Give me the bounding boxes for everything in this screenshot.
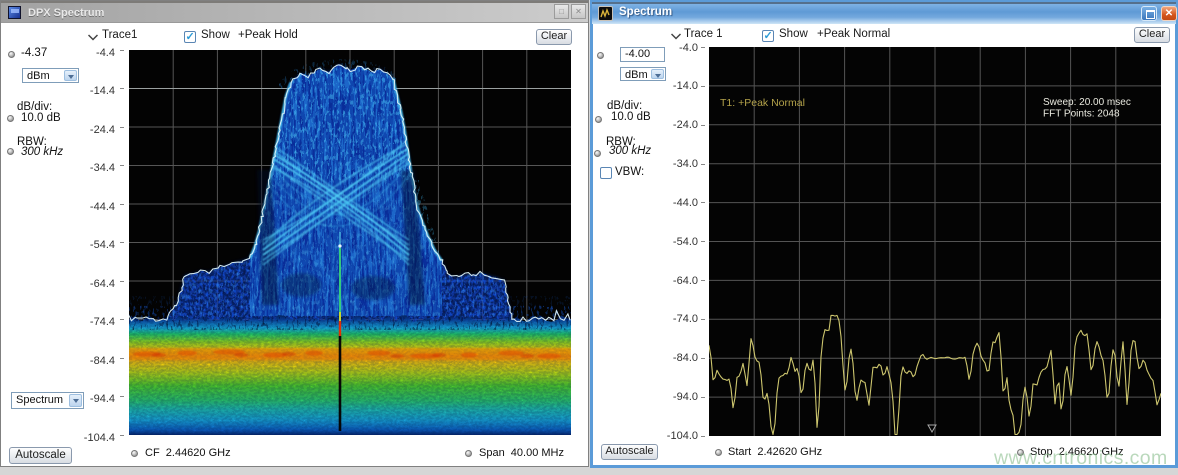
svg-text:Sweep: 20.00 msec: Sweep: 20.00 msec [1043,97,1131,108]
svg-text:FFT Points: 2048: FFT Points: 2048 [1043,109,1120,120]
svg-text:T1: +Peak Normal: T1: +Peak Normal [720,97,805,109]
